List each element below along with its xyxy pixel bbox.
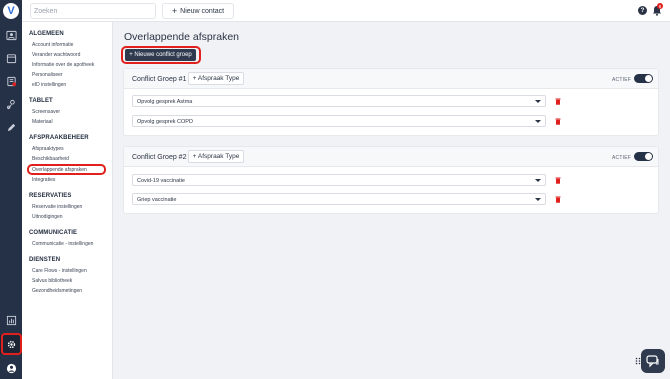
trash-icon[interactable] bbox=[555, 177, 561, 184]
settings-highlight bbox=[1, 333, 22, 355]
profile-icon[interactable] bbox=[4, 361, 18, 375]
nav-item-personaliseer[interactable]: Personaliseer bbox=[32, 72, 63, 78]
app-rail: V bbox=[0, 0, 22, 379]
nav-item-care-flows[interactable]: Care Flows - instellingen bbox=[32, 268, 87, 274]
settings-sidebar: ALGEMEEN Account informatie Verander wac… bbox=[22, 22, 113, 379]
chevron-down-icon bbox=[535, 100, 541, 103]
nav-item-beschikbaarheid[interactable]: Beschikbaarheid bbox=[32, 156, 69, 162]
logo-letter: V bbox=[7, 4, 15, 17]
appointment-type-select[interactable]: Opvolg gesprek COPD bbox=[132, 115, 546, 127]
top-bar: Zoeken + Nieuw contact ? 8 bbox=[22, 0, 670, 22]
add-appointment-type-button[interactable]: + Afspraak Type bbox=[188, 150, 244, 163]
add-appointment-type-button[interactable]: + Afspraak Type bbox=[188, 72, 244, 85]
active-toggle[interactable] bbox=[634, 152, 653, 161]
nav-item-communicatie-instellingen[interactable]: Communicatie - instellingen bbox=[32, 241, 93, 247]
notification-badge: 8 bbox=[657, 3, 663, 9]
section-title-afspraakbeheer: AFSPRAAKBEHEER bbox=[29, 135, 89, 141]
select-value: Opvolg gesprek COPD bbox=[137, 119, 193, 125]
status-label: ACTIEF bbox=[612, 77, 631, 83]
nav-item-afspraaktypes[interactable]: Afspraaktypes bbox=[32, 146, 64, 152]
appointment-type-select[interactable]: Griep vaccinatie bbox=[132, 193, 546, 205]
group-header: Conflict Groep #2 + Afspraak Type ACTIEF bbox=[124, 147, 658, 167]
pen-icon[interactable] bbox=[4, 120, 18, 134]
nav-item-uitnodigingen[interactable]: Uitnodigingen bbox=[32, 214, 63, 220]
group-title: Conflict Groep #2 bbox=[132, 154, 187, 161]
nav-item-reservatie-instellingen[interactable]: Reservatie instellingen bbox=[32, 204, 82, 210]
conflict-group-1: Conflict Groep #1 + Afspraak Type ACTIEF… bbox=[123, 68, 659, 136]
section-title-diensten: DIENSTEN bbox=[29, 257, 61, 263]
active-nav-highlight bbox=[27, 164, 106, 175]
chevron-down-icon bbox=[535, 120, 541, 123]
new-contact-label: Nieuw contact bbox=[180, 7, 225, 15]
select-value: Opvolg gesprek Astma bbox=[137, 99, 193, 105]
nav-item-materiaal[interactable]: Materiaal bbox=[32, 119, 53, 125]
group-header: Conflict Groep #1 + Afspraak Type ACTIEF bbox=[124, 69, 658, 89]
trash-icon[interactable] bbox=[555, 196, 561, 203]
page-title: Overlappende afspraken bbox=[124, 31, 239, 43]
new-group-highlight bbox=[121, 46, 201, 64]
nav-item-integraties[interactable]: Integraties bbox=[32, 177, 55, 183]
appointment-type-select[interactable]: Covid-19 vaccinatie bbox=[132, 174, 546, 186]
chevron-down-icon bbox=[535, 198, 541, 201]
section-title-algemeen: ALGEMEEN bbox=[29, 31, 64, 37]
status-label: ACTIEF bbox=[612, 155, 631, 161]
appointment-type-select[interactable]: Opvolg gesprek Astma bbox=[132, 95, 546, 107]
contact-card-icon[interactable] bbox=[4, 28, 18, 42]
nav-item-verander-wachtwoord[interactable]: Verander wachtwoord bbox=[32, 52, 80, 58]
help-icon[interactable]: ? bbox=[638, 6, 647, 15]
nav-item-eid-instellingen[interactable]: eID instellingen bbox=[32, 82, 66, 88]
select-value: Covid-19 vaccinatie bbox=[137, 178, 185, 184]
nav-item-screensaver[interactable]: Screensaver bbox=[32, 109, 60, 115]
app-logo[interactable]: V bbox=[3, 3, 19, 19]
chat-button[interactable] bbox=[641, 349, 665, 373]
active-toggle[interactable] bbox=[634, 74, 653, 83]
trash-icon[interactable] bbox=[555, 98, 561, 105]
section-title-tablet: TABLET bbox=[29, 98, 53, 104]
chat-icon bbox=[646, 354, 659, 367]
conflict-group-2: Conflict Groep #2 + Afspraak Type ACTIEF… bbox=[123, 146, 659, 214]
trash-icon[interactable] bbox=[555, 118, 561, 125]
list-icon[interactable] bbox=[4, 74, 18, 88]
nav-item-gezondheidsmetingen[interactable]: Gezondheidsmetingen bbox=[32, 288, 82, 294]
plus-icon: + bbox=[171, 5, 178, 16]
search-input[interactable]: Zoeken bbox=[30, 3, 156, 19]
nav-item-salvus-bibliotheek[interactable]: Salvus bibliotheek bbox=[32, 278, 72, 284]
select-value: Griep vaccinatie bbox=[137, 197, 177, 203]
nav-item-informatie-apotheek[interactable]: Informatie over de apotheek bbox=[32, 62, 94, 68]
person-pin-icon[interactable] bbox=[4, 97, 18, 111]
new-contact-button[interactable]: + Nieuw contact bbox=[162, 3, 234, 19]
nav-item-account-informatie[interactable]: Account informatie bbox=[32, 42, 73, 48]
section-title-reservaties: RESERVATIES bbox=[29, 193, 72, 199]
group-title: Conflict Groep #1 bbox=[132, 76, 187, 83]
chart-icon[interactable] bbox=[4, 313, 18, 327]
calendar-icon[interactable] bbox=[4, 51, 18, 65]
section-title-communicatie: COMMUNICATIE bbox=[29, 230, 78, 236]
chevron-down-icon bbox=[535, 179, 541, 182]
